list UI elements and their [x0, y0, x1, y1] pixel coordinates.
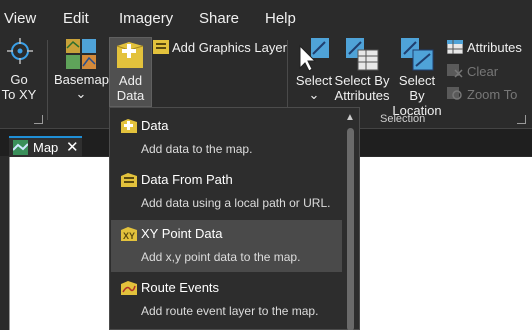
add-data-dropdown: Data Add data to the map. Data From Path… [109, 107, 360, 330]
menu-item-description: Add data to the map. [141, 142, 253, 156]
ribbon-separator [47, 40, 48, 120]
menu-item-route-events[interactable]: Route Events Add route event layer to th… [111, 274, 342, 326]
menu-tab-edit[interactable]: Edit [63, 10, 89, 27]
select-label: Select [295, 73, 333, 88]
menu-item-data[interactable]: Data Add data to the map. [111, 112, 342, 164]
menu-item-title: Data From Path [141, 172, 233, 187]
menu-item-xy-point-data[interactable]: XY XY Point Data Add x,y point data to t… [111, 220, 342, 272]
xy-point-data-icon: XY [121, 227, 137, 241]
select-by-location-label: Select By Location [392, 73, 442, 118]
clear-selection-icon [447, 64, 463, 78]
data-from-path-icon [121, 173, 137, 187]
add-graphics-layer-label: Add Graphics Layer [172, 40, 287, 55]
attributes-label: Attributes [467, 40, 522, 55]
basemap-grid-icon [66, 39, 96, 69]
menu-item-title: XY Point Data [141, 226, 223, 241]
zoom-to-label: Zoom To [467, 87, 518, 102]
tab-map-label: Map [33, 140, 59, 155]
add-data-button[interactable]: Add Data ⌄ [109, 37, 152, 118]
menu-item-title: Route Events [141, 280, 220, 295]
route-events-icon [121, 281, 137, 295]
menu-tab-imagery[interactable]: Imagery [119, 10, 173, 27]
menu-bar: View Edit Imagery Share Help [0, 0, 532, 36]
menu-item-description: Add x,y point data to the map. [141, 250, 301, 264]
menu-item-description: Add route event layer to the map. [141, 304, 319, 318]
map-icon [13, 140, 28, 155]
select-by-location-icon [401, 38, 434, 71]
go-to-xy-label: Go To XY [1, 72, 37, 102]
select-by-attributes-icon [346, 38, 379, 71]
select-cursor-icon [299, 38, 329, 72]
dropdown-scrollbar-thumb[interactable] [347, 128, 354, 330]
tab-map[interactable]: Map ✕ [9, 136, 82, 157]
scroll-up-arrow-icon[interactable]: ▲ [345, 112, 355, 123]
selection-group-label: Selection [380, 113, 426, 125]
svg-text:XY: XY [123, 231, 135, 241]
graphics-layer-icon [153, 40, 169, 54]
basemap-label: Basemap [54, 72, 109, 87]
select-by-attributes-label: Select By Attributes [334, 73, 390, 103]
zoom-to-selection-icon [447, 87, 462, 100]
close-icon[interactable]: ✕ [66, 138, 79, 156]
navigate-group-launcher[interactable] [34, 115, 43, 124]
menu-tab-share[interactable]: Share [199, 10, 239, 27]
chevron-down-icon: ⌄ [308, 87, 320, 102]
add-data-icon [116, 42, 144, 68]
menu-tab-help[interactable]: Help [265, 10, 296, 27]
menu-item-description: Add data using a local path or URL. [141, 196, 331, 210]
menu-tab-view[interactable]: View [4, 10, 36, 27]
selection-group-launcher[interactable] [517, 115, 526, 124]
data-icon [121, 119, 137, 133]
menu-item-title: Data [141, 118, 169, 133]
crosshair-icon [7, 38, 33, 64]
chevron-down-icon: ⌄ [75, 86, 87, 101]
clear-label: Clear [467, 64, 499, 79]
menu-item-data-from-path[interactable]: Data From Path Add data using a local pa… [111, 166, 342, 218]
attributes-table-icon [447, 40, 463, 54]
